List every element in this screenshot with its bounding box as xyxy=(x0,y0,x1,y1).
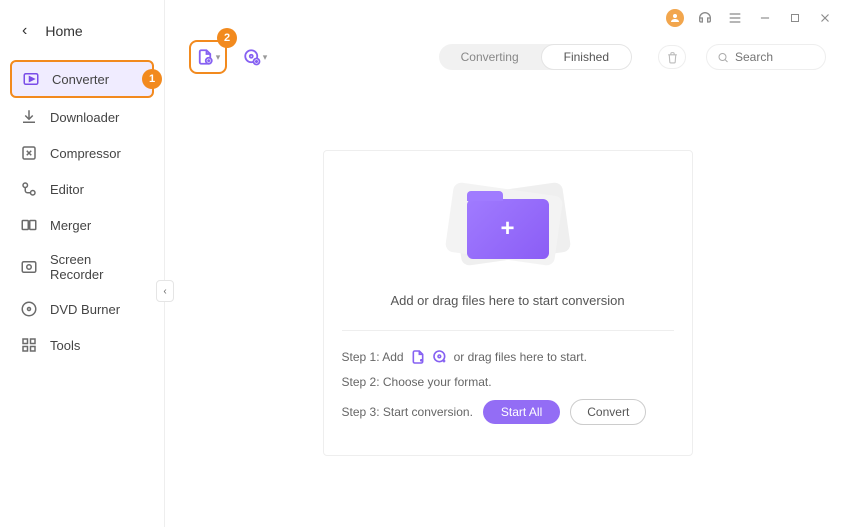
support-icon[interactable] xyxy=(696,9,714,27)
sidebar: ‹ Home Converter 1 Downloader xyxy=(0,0,165,527)
converter-icon xyxy=(22,70,40,88)
sidebar-item-editor[interactable]: Editor xyxy=(10,172,154,206)
search-icon xyxy=(717,51,729,64)
chevron-down-icon: ▾ xyxy=(216,52,221,63)
compressor-icon xyxy=(20,144,38,162)
dropzone[interactable]: + Add or drag files here to start conver… xyxy=(323,150,693,456)
tab-finished[interactable]: Finished xyxy=(541,44,632,70)
home-label[interactable]: Home xyxy=(45,23,82,39)
folder-illustration: + xyxy=(342,179,674,279)
tools-icon xyxy=(20,336,38,354)
convert-button[interactable]: Convert xyxy=(570,399,646,425)
maximize-icon[interactable] xyxy=(786,9,804,27)
main-panel: ▾ 2 ▾ Converting Finished xyxy=(165,0,850,527)
sidebar-item-downloader[interactable]: Downloader xyxy=(10,100,154,134)
status-segment: Converting Finished xyxy=(439,44,632,70)
add-disc-icon[interactable] xyxy=(432,349,448,365)
dropzone-text: Add or drag files here to start conversi… xyxy=(342,293,674,330)
sidebar-item-dvd-burner[interactable]: DVD Burner xyxy=(10,292,154,326)
menu-icon[interactable] xyxy=(726,9,744,27)
folder-icon: + xyxy=(467,199,549,259)
sidebar-item-label: Merger xyxy=(50,218,91,233)
step-1: Step 1: Add or drag files here to start. xyxy=(342,349,674,365)
step-2: Step 2: Choose your format. xyxy=(342,375,674,389)
dvd-icon xyxy=(20,300,38,318)
sidebar-item-compressor[interactable]: Compressor xyxy=(10,136,154,170)
start-all-button[interactable]: Start All xyxy=(483,400,560,424)
close-icon[interactable] xyxy=(816,9,834,27)
download-icon xyxy=(20,108,38,126)
trash-button[interactable] xyxy=(658,45,686,69)
callout-badge-2: 2 xyxy=(217,28,237,48)
sidebar-item-label: DVD Burner xyxy=(50,302,120,317)
tab-converting[interactable]: Converting xyxy=(439,44,541,70)
toolbar: ▾ 2 ▾ Converting Finished xyxy=(165,30,850,90)
sidebar-item-label: Tools xyxy=(50,338,80,353)
sidebar-item-label: Editor xyxy=(50,182,84,197)
merger-icon xyxy=(20,216,38,234)
steps-panel: Step 1: Add or drag files here to start.… xyxy=(342,330,674,425)
add-disc-button[interactable]: ▾ xyxy=(239,41,271,73)
search-box[interactable] xyxy=(706,44,826,70)
callout-badge-1: 1 xyxy=(142,69,162,89)
recorder-icon xyxy=(20,258,38,276)
search-input[interactable] xyxy=(735,50,815,64)
sidebar-item-label: Downloader xyxy=(50,110,119,125)
titlebar xyxy=(165,0,850,30)
add-file-icon[interactable] xyxy=(410,349,426,365)
avatar-icon[interactable] xyxy=(666,9,684,27)
step-3: Step 3: Start conversion. Start All Conv… xyxy=(342,399,674,425)
sidebar-item-screen-recorder[interactable]: Screen Recorder xyxy=(10,244,154,290)
minimize-icon[interactable] xyxy=(756,9,774,27)
back-button[interactable]: ‹ xyxy=(22,22,27,40)
collapse-sidebar-button[interactable]: ‹ xyxy=(156,280,174,302)
sidebar-item-label: Converter xyxy=(52,72,109,87)
sidebar-item-tools[interactable]: Tools xyxy=(10,328,154,362)
editor-icon xyxy=(20,180,38,198)
sidebar-item-label: Screen Recorder xyxy=(50,252,144,282)
sidebar-item-converter[interactable]: Converter 1 xyxy=(10,60,154,98)
sidebar-item-label: Compressor xyxy=(50,146,121,161)
sidebar-item-merger[interactable]: Merger xyxy=(10,208,154,242)
chevron-down-icon: ▾ xyxy=(263,52,268,63)
